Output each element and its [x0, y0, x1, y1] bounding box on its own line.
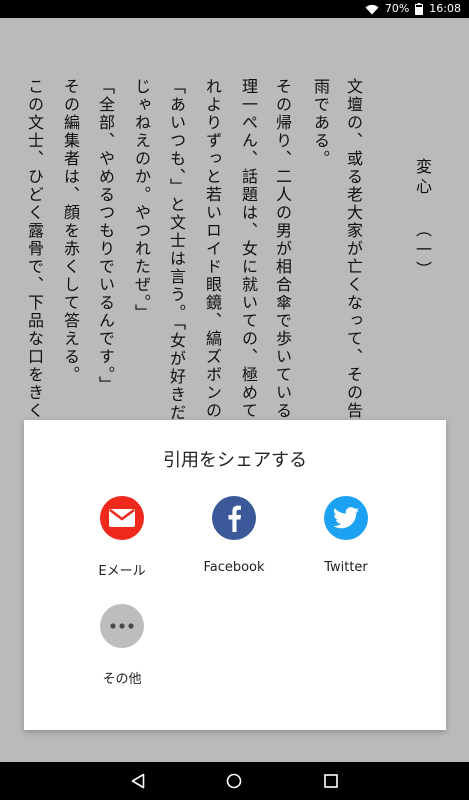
share-sheet-title: 引用をシェアする — [163, 450, 307, 471]
email-icon — [100, 496, 144, 540]
more-icon — [100, 604, 144, 648]
home-button[interactable] — [224, 771, 244, 791]
share-email-button[interactable]: Eメール — [62, 496, 182, 579]
battery-icon — [415, 3, 424, 15]
home-circle-icon — [227, 773, 242, 789]
share-more-label: その他 — [102, 672, 142, 687]
status-bar: 70% 16:08 — [0, 0, 469, 18]
share-twitter-button[interactable]: Twitter — [286, 496, 406, 575]
share-email-label: Eメール — [98, 564, 146, 579]
twitter-icon — [324, 496, 368, 540]
share-twitter-label: Twitter — [324, 560, 368, 575]
wifi-icon — [365, 4, 379, 14]
battery-percent: 70% — [384, 2, 410, 15]
recents-button[interactable] — [321, 771, 341, 791]
back-triangle-icon — [131, 773, 145, 789]
clock: 16:08 — [429, 2, 461, 15]
facebook-icon — [212, 496, 256, 540]
share-facebook-button[interactable]: Facebook — [174, 496, 294, 575]
share-sheet: 引用をシェアする Eメール Facebook Twitter その他 — [24, 420, 446, 730]
recents-square-icon — [324, 774, 338, 788]
navigation-bar — [0, 762, 469, 800]
share-more-button[interactable]: その他 — [62, 604, 182, 687]
back-button[interactable] — [128, 771, 148, 791]
share-facebook-label: Facebook — [203, 560, 265, 575]
